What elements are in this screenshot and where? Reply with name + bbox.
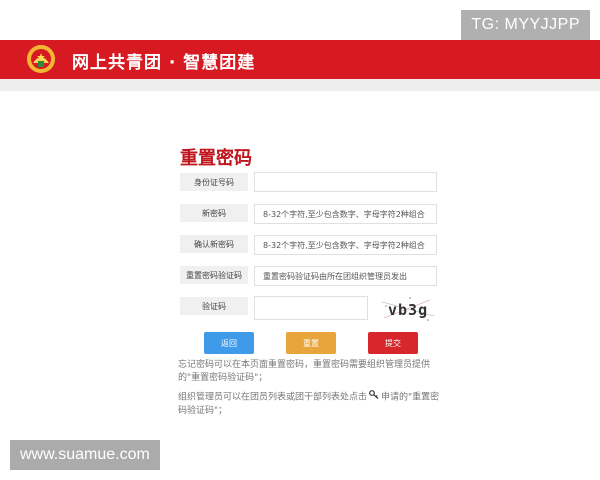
key-icon [369, 390, 379, 404]
note-admin-instructions: 组织管理员可以在团员列表或团干部列表处点击 申请的"重置密码验证码"； [178, 390, 440, 418]
site-watermark: www.suamue.com [10, 440, 160, 470]
reset-button-label: 重置 [303, 338, 319, 348]
back-button-label: 返回 [221, 338, 237, 348]
reset-code-placeholder: 重置密码验证码由所在团组织管理员发出 [263, 271, 407, 281]
new-password-label: 新密码 [180, 204, 248, 222]
captcha-label: 验证码 [180, 297, 248, 315]
id-number-input[interactable] [254, 172, 437, 192]
page-title: 重置密码 [180, 148, 252, 169]
confirm-password-input[interactable]: 8-32个字符,至少包含数字、字母字符2种组合 [254, 235, 437, 255]
submit-button[interactable]: 提交 [368, 332, 418, 354]
league-emblem-icon [27, 45, 55, 73]
new-password-placeholder: 8-32个字符,至少包含数字、字母字符2种组合 [263, 209, 425, 219]
submit-button-label: 提交 [385, 338, 401, 348]
note-forgot-password: 忘记密码可以在本页面重置密码，重置密码需要组织管理员提供的"重置密码验证码"； [178, 360, 431, 383]
tg-watermark: TG: MYYJJPP [461, 10, 590, 40]
confirm-password-label: 确认新密码 [180, 235, 248, 253]
confirm-password-placeholder: 8-32个字符,至少包含数字、字母字符2种组合 [263, 240, 425, 250]
captcha-image[interactable]: vb3g [380, 294, 436, 324]
id-number-label: 身份证号码 [180, 173, 248, 191]
back-button[interactable]: 返回 [204, 332, 254, 354]
captcha-text: vb3g [388, 301, 428, 319]
site-title: 网上共青团 · 智慧团建 [72, 53, 256, 73]
captcha-input[interactable] [254, 296, 368, 320]
reset-code-input[interactable]: 重置密码验证码由所在团组织管理员发出 [254, 266, 437, 286]
reset-code-label: 重置密码验证码 [180, 266, 248, 284]
reset-button[interactable]: 重置 [286, 332, 336, 354]
note-admin-text-before: 组织管理员可以在团员列表或团干部列表处点击 [178, 392, 368, 403]
header-divider [0, 79, 600, 91]
new-password-input[interactable]: 8-32个字符,至少包含数字、字母字符2种组合 [254, 204, 437, 224]
